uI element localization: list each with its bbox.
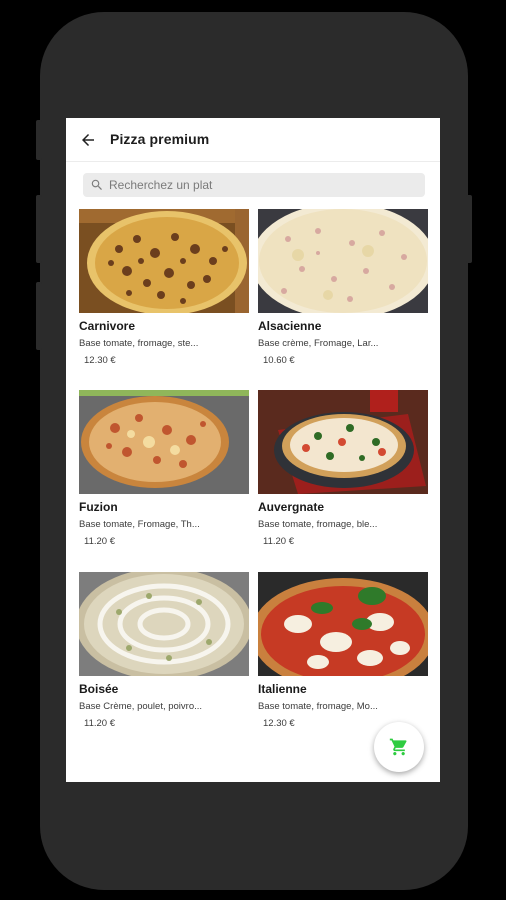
- product-name: Auvergnate: [258, 500, 325, 514]
- product-description: Base tomate, fromage, ble...: [258, 519, 378, 530]
- product-image: [79, 390, 249, 494]
- product-name: Boisée: [79, 682, 119, 696]
- arrow-left-icon: [82, 134, 94, 146]
- product-image: [258, 390, 428, 494]
- app-bar: Pizza premium: [66, 118, 440, 162]
- search-bar[interactable]: [83, 173, 425, 197]
- phone-side-button: [36, 195, 42, 263]
- app-screen: Pizza premium Recherchez un plat Carnivo…: [66, 118, 440, 782]
- product-price: 12.30 €: [84, 355, 116, 366]
- product-description: Base tomate, fromage, ste...: [79, 338, 199, 349]
- product-card[interactable]: Fuzion Base tomate, Fromage, Th... 11.20…: [79, 390, 251, 555]
- product-card[interactable]: Italienne Base tomate, fromage, Mo... 12…: [258, 572, 430, 737]
- product-price: 12.30 €: [263, 718, 295, 729]
- search-input[interactable]: [109, 175, 415, 195]
- product-description: Base Crème, poulet, poivro...: [79, 701, 203, 712]
- page-title: Pizza premium: [110, 131, 210, 147]
- product-card[interactable]: Carnivore Base tomate, fromage, ste... 1…: [79, 209, 251, 374]
- product-card[interactable]: Auvergnate Base tomate, fromage, ble... …: [258, 390, 430, 555]
- product-image: [79, 572, 249, 676]
- product-price: 11.20 €: [84, 718, 115, 729]
- search-icon: [91, 179, 102, 190]
- product-name: Alsacienne: [258, 319, 322, 333]
- product-price: 11.20 €: [263, 536, 294, 547]
- product-price: 10.60 €: [263, 355, 295, 366]
- product-card[interactable]: Boisée Base Crème, poulet, poivro... 11.…: [79, 572, 251, 737]
- product-image: [258, 572, 428, 676]
- product-description: Base tomate, Fromage, Th...: [79, 519, 200, 530]
- product-description: Base crème, Fromage, Lar...: [258, 338, 379, 349]
- product-name: Italienne: [258, 682, 307, 696]
- product-image: [79, 209, 249, 313]
- phone-side-button: [466, 195, 472, 263]
- product-card[interactable]: Alsacienne Base crème, Fromage, Lar... 1…: [258, 209, 430, 374]
- product-name: Carnivore: [79, 319, 136, 333]
- cart-button[interactable]: [374, 722, 424, 772]
- phone-side-button: [36, 282, 42, 350]
- product-image: [258, 209, 428, 313]
- shopping-cart-icon: [389, 738, 407, 756]
- product-price: 11.20 €: [84, 536, 115, 547]
- phone-side-button: [36, 120, 42, 160]
- back-button[interactable]: [76, 128, 100, 152]
- product-name: Fuzion: [79, 500, 118, 514]
- product-description: Base tomate, fromage, Mo...: [258, 701, 378, 712]
